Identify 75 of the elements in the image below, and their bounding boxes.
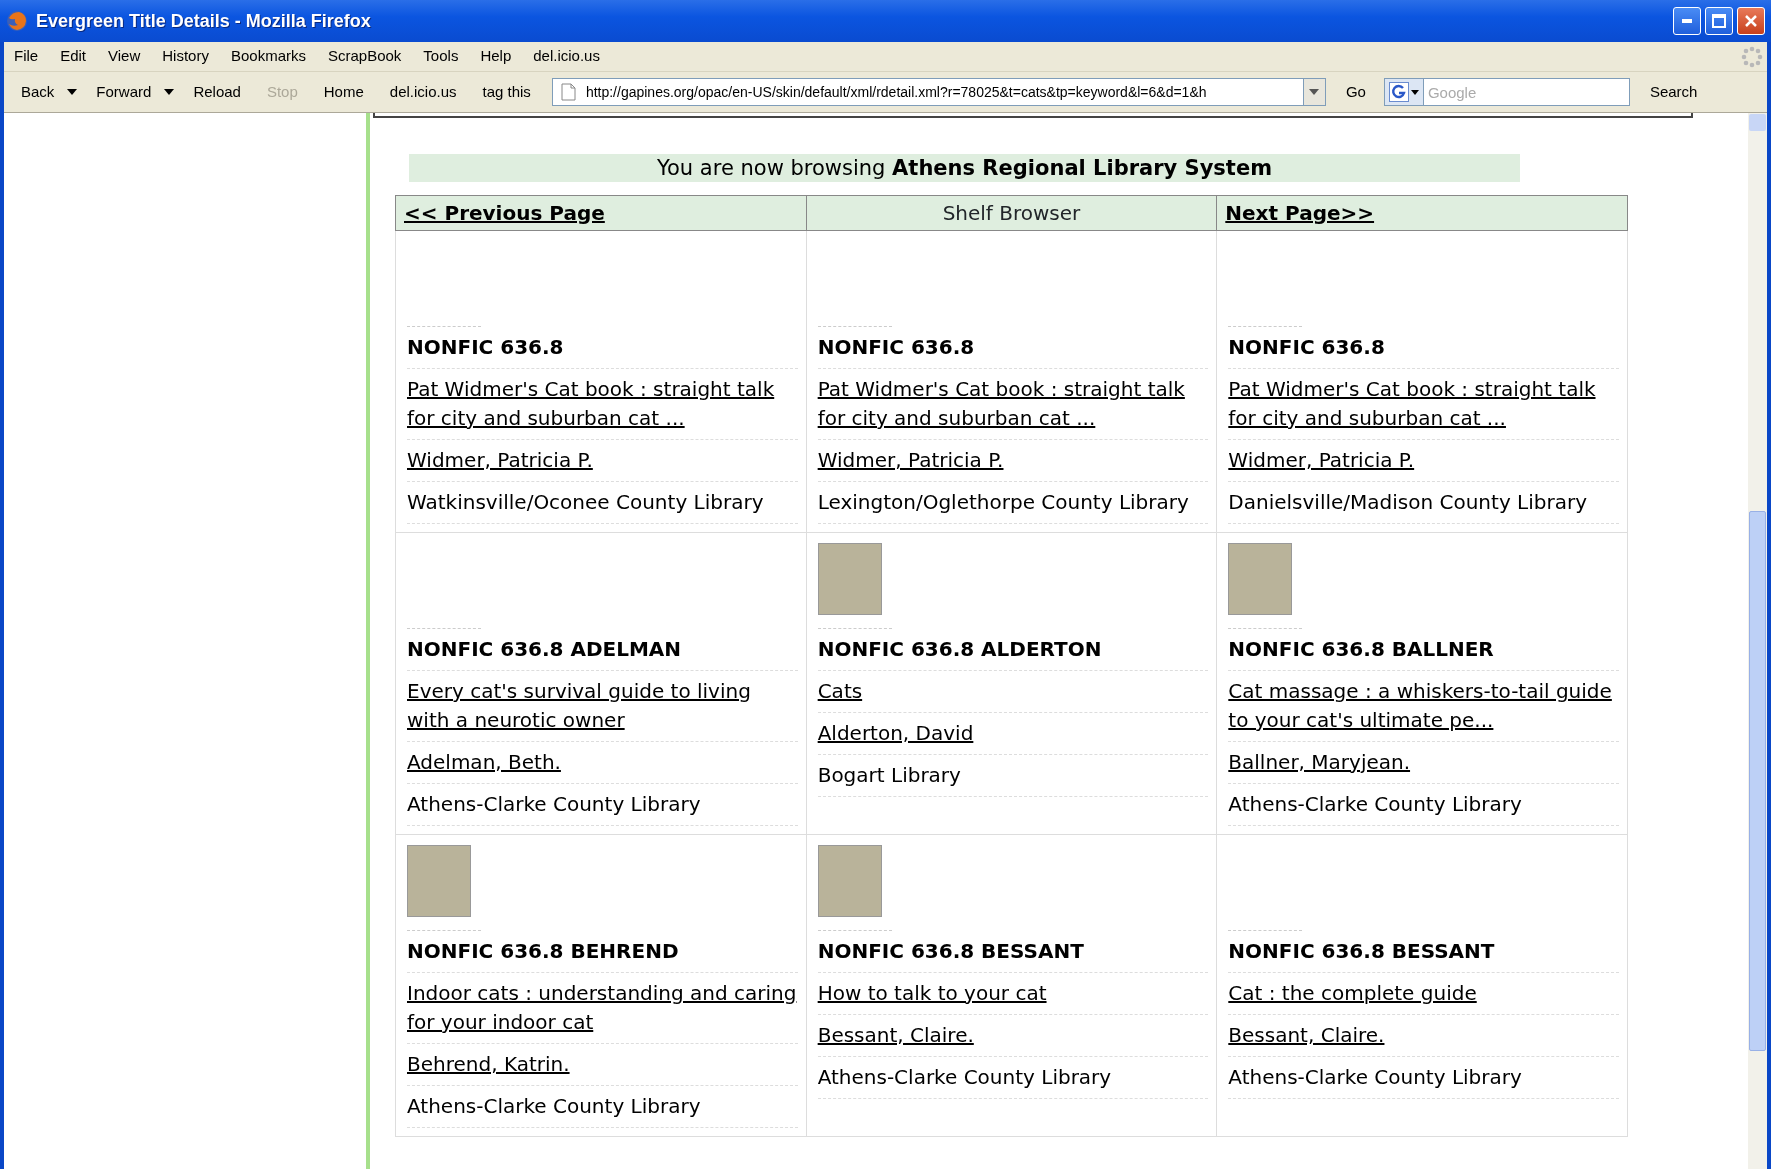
call-number: NONFIC 636.8 ADELMAN: [407, 629, 798, 671]
title-link[interactable]: Pat Widmer's Cat book : straight talk for city and suburban cat ...: [1228, 375, 1619, 433]
menu-item[interactable]: Bookmarks: [230, 43, 306, 70]
search-field[interactable]: Google: [1423, 78, 1630, 106]
menu-item[interactable]: Help: [480, 43, 512, 70]
library-name: Athens-Clarke County Library: [817, 1057, 1209, 1099]
toolbar-button[interactable]: tag this: [477, 77, 536, 107]
call-number: NONFIC 636.8 BESSANT: [1228, 931, 1619, 973]
caret-icon[interactable]: [67, 89, 78, 95]
call-number: NONFIC 636.8: [817, 327, 1209, 369]
browser-logo-icon: [6, 10, 28, 32]
menu-item[interactable]: del.icio.us: [533, 43, 600, 70]
title-link[interactable]: Cat massage : a whiskers-to-tail guide to your cat's ultimate pe...: [1228, 677, 1619, 735]
library-banner: You are now browsing Athens Regional Library System: [409, 154, 1520, 182]
search-engine-button[interactable]: [1383, 78, 1424, 106]
author-link[interactable]: Adelman, Beth.: [407, 748, 561, 777]
library-name: Athens-Clarke County Library: [1228, 1057, 1619, 1099]
address-field[interactable]: http://gapines.org/opac/en-US/skin/default/xml/rdetail.xml?r=78025&t=cats&tp=keyword&l=6&d=1&h: [551, 78, 1304, 106]
minimize-icon: [1682, 19, 1692, 23]
caret-icon[interactable]: [164, 89, 175, 95]
library-name: Athens-Clarke County Library: [1228, 784, 1619, 826]
go-button[interactable]: Go: [1339, 79, 1372, 105]
scrollbar[interactable]: [1748, 113, 1767, 1169]
caret-icon: [1309, 89, 1320, 95]
close-button[interactable]: [1737, 7, 1765, 35]
library-name: Athens-Clarke County Library: [407, 784, 798, 826]
maximize-icon: [1712, 14, 1726, 28]
toolbar-button[interactable]: Back: [16, 77, 60, 107]
menu-item[interactable]: File: [14, 43, 39, 70]
menu-item[interactable]: ScrapBook: [328, 43, 402, 70]
author-link[interactable]: Bessant, Claire.: [817, 1021, 974, 1050]
call-number: NONFIC 636.8: [1228, 327, 1619, 369]
menu-item[interactable]: History: [162, 43, 209, 70]
library-name: Danielsville/Madison County Library: [1228, 482, 1619, 524]
throbber-icon: [1741, 45, 1763, 68]
author-link[interactable]: Widmer, Patricia P.: [407, 446, 593, 475]
title-link[interactable]: Every cat's survival guide to living with a neurotic owner: [407, 677, 798, 735]
toolbar-button[interactable]: Home: [318, 77, 369, 107]
call-number: NONFIC 636.8 BESSANT: [817, 931, 1209, 973]
library-name: Bogart Library: [817, 755, 1209, 797]
author-link[interactable]: Bessant, Claire.: [1228, 1021, 1385, 1050]
toolbar-button[interactable]: del.icio.us: [384, 77, 462, 107]
search-button[interactable]: Search: [1643, 79, 1704, 105]
author-link[interactable]: Widmer, Patricia P.: [1228, 446, 1415, 475]
author-link[interactable]: Widmer, Patricia P.: [817, 446, 1004, 475]
title-link[interactable]: Pat Widmer's Cat book : straight talk for city and suburban cat ...: [817, 375, 1209, 433]
title-link[interactable]: Cats: [817, 677, 1209, 706]
title-link[interactable]: Cat : the complete guide: [1228, 979, 1619, 1008]
author-link[interactable]: Behrend, Katrin.: [407, 1050, 570, 1079]
address-dropdown-button[interactable]: [1303, 78, 1326, 106]
library-name: Lexington/Oglethorpe County Library: [817, 482, 1209, 524]
shelf-browser-heading: Shelf Browser: [806, 195, 1217, 231]
call-number: NONFIC 636.8 ALDERTON: [817, 629, 1209, 671]
toolbar-button[interactable]: Reload: [188, 77, 246, 107]
author-link[interactable]: Ballner, Maryjean.: [1228, 748, 1411, 777]
maximize-button[interactable]: [1705, 7, 1733, 35]
title-link[interactable]: Pat Widmer's Cat book : straight talk for city and suburban cat ...: [407, 375, 798, 433]
author-link[interactable]: Alderton, David: [817, 719, 974, 748]
title-link[interactable]: Indoor cats : understanding and caring for your indoor cat: [407, 979, 798, 1037]
call-number: NONFIC 636.8 BALLNER: [1228, 629, 1619, 671]
caret-icon: [1410, 89, 1419, 95]
toolbar-button[interactable]: Forward: [91, 77, 157, 107]
minimize-button[interactable]: [1673, 7, 1701, 35]
title-link[interactable]: How to talk to your cat: [817, 979, 1209, 1008]
call-number: NONFIC 636.8: [407, 327, 798, 369]
call-number: NONFIC 636.8 BEHREND: [407, 931, 798, 973]
window-title: Evergreen Title Details - Mozilla Firefox: [36, 9, 371, 33]
close-icon: [1744, 14, 1758, 28]
library-name: Watkinsville/Oconee County Library: [407, 482, 798, 524]
menu-item[interactable]: View: [108, 43, 141, 70]
menu-item[interactable]: Edit: [60, 43, 87, 70]
library-name: Athens-Clarke County Library: [407, 1086, 798, 1128]
menu-item[interactable]: Tools: [423, 43, 459, 70]
search-engine-icon: [1388, 82, 1409, 102]
page-icon: [560, 83, 576, 101]
